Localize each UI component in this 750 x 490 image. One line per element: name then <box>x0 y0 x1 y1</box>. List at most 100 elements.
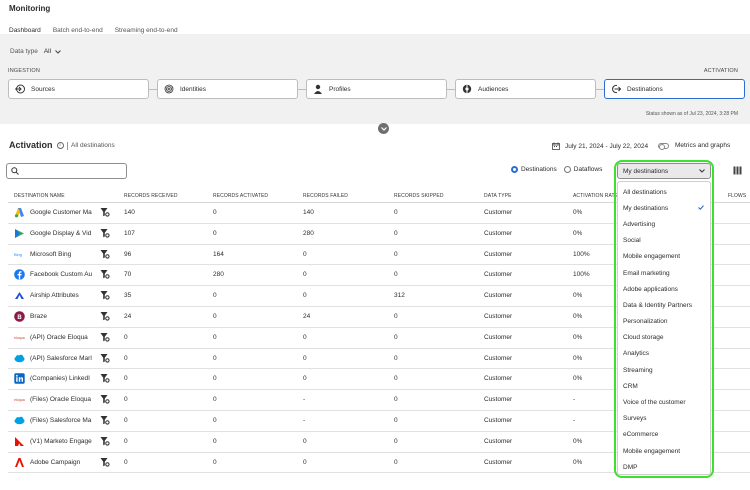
menu-item[interactable]: CRM <box>618 378 710 394</box>
filter-dataflow-icon[interactable] <box>100 373 110 385</box>
cell-received: 140 <box>124 209 135 216</box>
calendar-icon <box>552 142 560 150</box>
destination-name[interactable]: (Files) Salesforce Ma <box>30 417 98 424</box>
column-header[interactable]: RECORDS FAILED <box>303 193 348 199</box>
filter-dataflow-icon[interactable] <box>100 457 110 469</box>
menu-item[interactable]: Adobe applications <box>618 281 710 297</box>
menu-item[interactable]: eCommerce <box>618 427 710 443</box>
filter-dataflow-icon[interactable] <box>100 290 110 302</box>
cell-failed: 0 <box>303 250 307 258</box>
menu-item[interactable]: All destinations <box>618 184 710 200</box>
menu-item[interactable]: Email marketing <box>618 265 710 281</box>
menu-item[interactable]: DMP <box>618 459 710 475</box>
menu-item-label: Voice of the customer <box>623 399 686 407</box>
cell-type: Customer <box>484 396 513 404</box>
menu-item[interactable]: Social <box>618 233 710 249</box>
destination-name[interactable]: Braze <box>30 313 98 320</box>
radio-dataflows[interactable]: Dataflows <box>563 166 603 173</box>
pipeline-card-profiles[interactable]: Profiles <box>306 79 447 99</box>
menu-item[interactable]: My destinations <box>618 200 710 216</box>
pipeline-card-audiences[interactable]: Audiences <box>455 79 596 99</box>
cell-activated: 0 <box>213 229 217 237</box>
menu-item[interactable]: Data & Identity Partners <box>618 297 710 313</box>
filter-dataflow-icon[interactable] <box>100 269 110 281</box>
destination-name[interactable]: Google Customer Ma <box>30 209 98 216</box>
menu-item-label: All destinations <box>623 188 667 196</box>
menu-item[interactable]: Surveys <box>618 411 710 427</box>
cell-skipped: 0 <box>394 354 398 362</box>
filter-dataflow-icon[interactable] <box>100 436 110 448</box>
destination-name[interactable]: (Companies) LinkedI <box>30 375 98 382</box>
pipeline-card-label: Sources <box>31 85 55 93</box>
menu-item[interactable]: Analytics <box>618 346 710 362</box>
toggle-switch[interactable] <box>658 142 669 150</box>
filter-dataflow-icon[interactable] <box>100 311 110 323</box>
destination-name[interactable]: Facebook Custom Au <box>30 271 98 278</box>
destination-name[interactable]: (API) Oracle Eloqua <box>30 334 98 341</box>
info-icon[interactable]: i <box>56 141 64 149</box>
destination-name[interactable]: Microsoft Bing <box>30 251 98 258</box>
column-header[interactable]: DESTINATION NAME <box>14 193 65 199</box>
cell-activated: 0 <box>213 354 217 362</box>
pipeline-card-destinations[interactable]: Destinations <box>604 79 745 99</box>
column-header[interactable]: DATA TYPE <box>484 193 512 199</box>
dropdown-value: My destinations <box>623 167 669 175</box>
menu-item[interactable]: Advertising <box>618 216 710 232</box>
destination-filter-dropdown[interactable]: My destinations <box>617 163 711 179</box>
radio-destinations[interactable]: Destinations <box>511 166 557 173</box>
cell-rate: - <box>573 396 576 404</box>
menu-item[interactable]: Mobile engagement <box>618 249 710 265</box>
menu-item-label: Personalization <box>623 318 668 326</box>
menu-item[interactable]: Personalization <box>618 314 710 330</box>
pipeline-card-identities[interactable]: Identities <box>157 79 298 99</box>
cell-type: Customer <box>484 437 513 445</box>
menu-item[interactable]: Voice of the customer <box>618 394 710 410</box>
cell-activated: 0 <box>213 375 217 383</box>
google-display-icon <box>14 228 25 239</box>
column-header[interactable]: FLOWS <box>728 193 746 199</box>
user-icon <box>314 84 322 94</box>
column-header[interactable]: ACTIVATION RATE <box>573 193 618 199</box>
cell-rate: 0% <box>573 354 583 362</box>
destination-name[interactable]: (V1) Marketo Engage <box>30 438 98 445</box>
fingerprint-icon <box>164 84 174 94</box>
destination-name[interactable]: Airship Attributes <box>30 292 98 299</box>
date-range-picker[interactable]: July 21, 2024 - July 22, 2024 <box>552 142 648 150</box>
destination-name[interactable]: Google Display & Vid <box>30 230 98 237</box>
cell-rate: 0% <box>573 437 583 445</box>
cell-skipped: 0 <box>394 375 398 383</box>
cell-type: Customer <box>484 458 513 466</box>
metrics-toggle[interactable]: Metrics and graphs <box>658 142 730 150</box>
destination-name[interactable]: (API) Salesforce Marl <box>30 355 98 362</box>
menu-item-label: Email marketing <box>623 269 670 277</box>
data-type-label: Data type <box>10 48 38 55</box>
filter-dataflow-icon[interactable] <box>100 207 110 219</box>
destination-name[interactable]: Adobe Campaign <box>30 459 98 466</box>
filter-dataflow-icon[interactable] <box>100 332 110 344</box>
cell-received: 0 <box>124 333 128 341</box>
menu-item[interactable]: Cloud storage <box>618 330 710 346</box>
column-header[interactable]: RECORDS ACTIVATED <box>213 193 268 199</box>
filter-dataflow-icon[interactable] <box>100 394 110 406</box>
ingestion-label: INGESTION <box>8 68 41 74</box>
filter-dataflow-icon[interactable] <box>100 228 110 240</box>
menu-item[interactable]: Mobile engagement <box>618 443 710 459</box>
collapse-chevron-icon[interactable] <box>378 123 389 134</box>
column-header[interactable]: RECORDS RECEIVED <box>124 193 178 199</box>
filter-dataflow-icon[interactable] <box>100 415 110 427</box>
radio-label: Dataflows <box>573 166 603 173</box>
filter-dataflow-icon[interactable] <box>100 249 110 261</box>
menu-item-label: Advertising <box>623 220 656 228</box>
destination-name[interactable]: (Files) Oracle Eloqua <box>30 396 98 403</box>
column-header[interactable]: RECORDS SKIPPED <box>394 193 444 199</box>
menu-item-label: Mobile engagement <box>623 253 681 261</box>
pipeline-card-sources[interactable]: Sources <box>8 79 149 99</box>
data-type-picker[interactable]: All <box>44 48 61 55</box>
column-settings-icon[interactable] <box>733 166 742 177</box>
filter-dataflow-icon[interactable] <box>100 353 110 365</box>
search-input[interactable] <box>6 163 127 179</box>
menu-item[interactable]: Streaming <box>618 362 710 378</box>
menu-item-label: Social <box>623 237 641 245</box>
cell-failed: - <box>303 416 306 424</box>
cell-skipped: 0 <box>394 437 398 445</box>
